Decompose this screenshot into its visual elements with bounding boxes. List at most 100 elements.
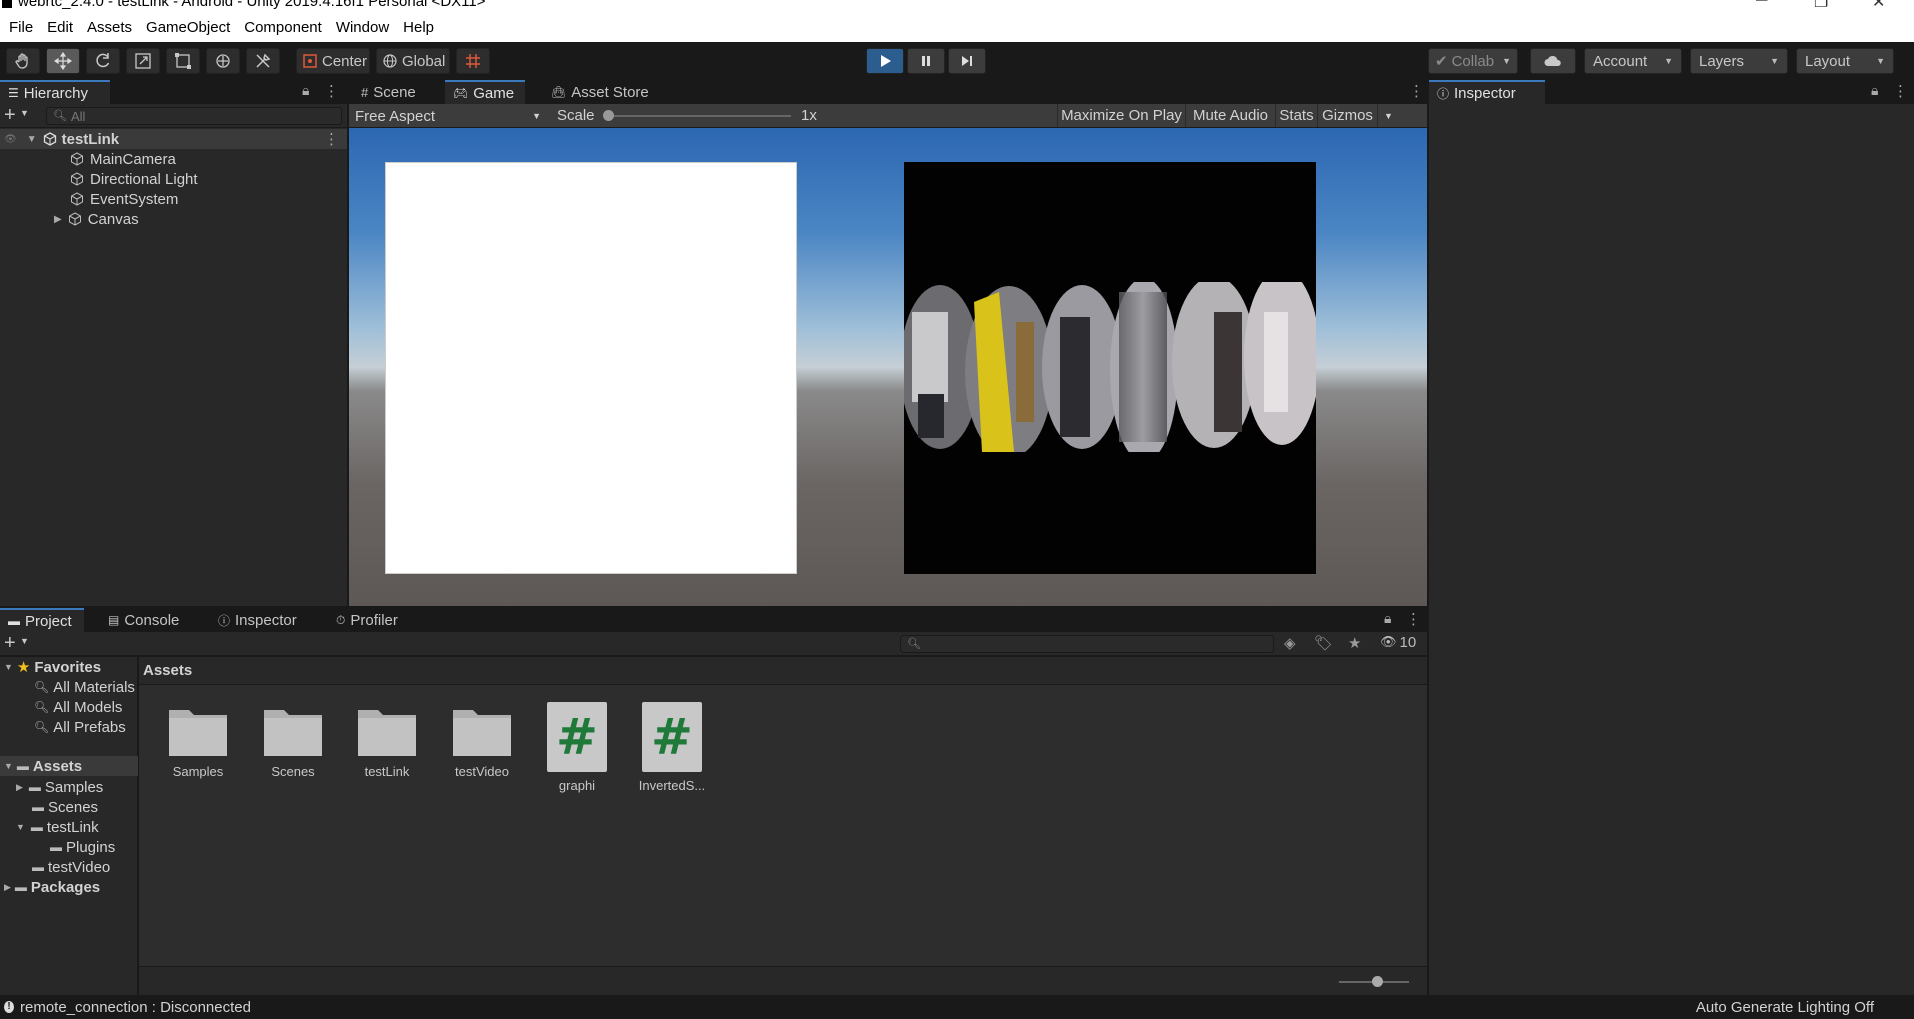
asset-folder-scenes[interactable]: Scenes (253, 702, 333, 779)
rect-tool-button[interactable] (166, 48, 200, 74)
more-options-icon[interactable]: ⋮ (1893, 82, 1908, 100)
expand-arrow-icon[interactable]: ▶ (54, 214, 62, 225)
visibility-eye-icon[interactable]: 👁︎ (4, 134, 17, 145)
hierarchy-item-maincamera[interactable]: MainCamera (70, 149, 176, 169)
asset-script-inverteds[interactable]: # InvertedS... (632, 702, 712, 793)
asset-folder-testvideo[interactable]: testVideo (442, 702, 522, 779)
hidden-packages-toggle[interactable]: 👁︎ 10 (1380, 634, 1416, 651)
restore-icon[interactable]: ❐ (1814, 0, 1828, 12)
filter-by-type-icon[interactable]: ◈ (1284, 634, 1296, 652)
chevron-down-icon[interactable]: ▼ (20, 108, 29, 118)
tab-asset-store[interactable]: 👜︎ Asset Store (543, 80, 663, 104)
tab-profiler[interactable]: ⏱︎ Profiler (328, 608, 428, 632)
more-options-icon[interactable]: ⋮ (1409, 82, 1424, 100)
scale-slider-track[interactable] (607, 115, 791, 117)
status-message[interactable]: ! remote_connection : Disconnected (4, 999, 251, 1016)
auto-lighting-status[interactable]: Auto Generate Lighting Off (1696, 999, 1874, 1016)
transform-tool-button[interactable] (206, 48, 240, 74)
game-viewport[interactable] (349, 128, 1427, 606)
icon-size-slider-thumb[interactable] (1372, 976, 1383, 987)
aspect-dropdown[interactable]: Free Aspect ▼ (351, 106, 545, 126)
more-options-icon[interactable]: ⋮ (324, 82, 339, 100)
lock-icon[interactable]: 🔒︎ (302, 82, 309, 99)
play-button[interactable] (866, 48, 904, 74)
menu-edit[interactable]: Edit (40, 19, 80, 36)
tree-folder-samples[interactable]: ▶ ▬ Samples (16, 777, 103, 797)
tab-inspector-bottom-label: Inspector (235, 611, 297, 629)
favorites-row[interactable]: ▼ ★ Favorites (0, 657, 101, 677)
move-tool-button[interactable] (46, 48, 80, 74)
hierarchy-item-directional-light[interactable]: Directional Light (70, 169, 198, 189)
menu-help[interactable]: Help (396, 19, 441, 36)
favorite-item-all-models[interactable]: 🔍︎ All Models (34, 697, 122, 717)
tree-folder-testlink[interactable]: ▼ ▬ testLink (16, 817, 99, 837)
menu-gameobject[interactable]: GameObject (139, 19, 237, 36)
tree-folder-scenes[interactable]: ▬ Scenes (32, 797, 98, 817)
expand-arrow-icon[interactable]: ▶ (4, 882, 11, 893)
asset-folder-samples[interactable]: Samples (158, 702, 238, 779)
more-options-icon[interactable]: ⋮ (324, 130, 339, 148)
expand-arrow-icon[interactable]: ▼ (27, 134, 37, 145)
pivot-mode-toggle[interactable]: Center (296, 48, 370, 74)
mute-audio-toggle[interactable]: Mute Audio (1185, 104, 1275, 127)
close-icon[interactable]: ✕ (1872, 0, 1885, 12)
hierarchy-item-eventsystem[interactable]: EventSystem (70, 189, 178, 209)
expand-arrow-icon[interactable]: ▶ (16, 782, 23, 793)
assets-root-row[interactable]: ▼ ▬ Assets (0, 756, 138, 776)
filter-by-label-icon[interactable]: 🏷︎ (1314, 634, 1333, 652)
pivot-rotation-toggle[interactable]: Global (376, 48, 450, 74)
step-button[interactable] (948, 48, 986, 74)
gizmos-toggle[interactable]: Gizmos (1317, 104, 1377, 127)
gizmos-dropdown[interactable]: ▼ (1377, 104, 1399, 127)
favorite-star-icon[interactable]: ★ (1348, 634, 1361, 652)
tab-console[interactable]: ▤ Console (100, 608, 196, 632)
cloud-button[interactable] (1530, 48, 1576, 74)
menu-component[interactable]: Component (237, 19, 329, 36)
custom-tool-button[interactable] (246, 48, 280, 74)
rotate-tool-button[interactable] (86, 48, 120, 74)
csharp-script-icon: # (547, 702, 607, 772)
collab-dropdown[interactable]: ✔ Collab ▼ (1428, 48, 1518, 74)
menu-window[interactable]: Window (329, 19, 396, 36)
menu-assets[interactable]: Assets (80, 19, 139, 36)
create-plus-icon[interactable]: + (4, 104, 16, 126)
minimize-icon[interactable]: ─ (1756, 0, 1767, 10)
hand-tool-button[interactable] (6, 48, 40, 74)
account-dropdown[interactable]: Account ▼ (1584, 48, 1682, 74)
chevron-down-icon[interactable]: ▼ (20, 636, 29, 646)
tab-game[interactable]: 🎮︎ Game (445, 80, 525, 104)
project-search-input[interactable]: 🔍︎ (900, 635, 1274, 653)
tab-hierarchy[interactable]: ☰ Hierarchy (0, 80, 110, 104)
stats-toggle[interactable]: Stats (1275, 104, 1317, 127)
layers-dropdown[interactable]: Layers ▼ (1690, 48, 1788, 74)
maximize-on-play-toggle[interactable]: Maximize On Play (1057, 104, 1185, 127)
lock-icon[interactable]: 🔒︎ (1871, 82, 1878, 99)
scale-tool-button[interactable] (126, 48, 160, 74)
packages-root-row[interactable]: ▶ ▬ Packages (0, 877, 100, 897)
grid-snap-button[interactable] (456, 48, 490, 74)
tree-folder-plugins[interactable]: ▬ Plugins (50, 837, 115, 857)
lock-icon[interactable]: 🔒︎ (1384, 610, 1391, 627)
expand-arrow-icon[interactable]: ▼ (4, 662, 13, 672)
tab-inspector[interactable]: ⓘ Inspector (1429, 80, 1545, 104)
tree-folder-testvideo[interactable]: ▬ testVideo (32, 857, 110, 877)
more-options-icon[interactable]: ⋮ (1406, 610, 1421, 628)
scale-slider-thumb[interactable] (603, 110, 614, 121)
tab-project[interactable]: ▬ Project (0, 608, 84, 632)
breadcrumb-assets[interactable]: Assets (143, 662, 192, 679)
menu-file[interactable]: File (2, 19, 40, 36)
layout-dropdown[interactable]: Layout ▼ (1796, 48, 1894, 74)
tab-inspector-bottom[interactable]: ⓘ Inspector (210, 608, 314, 632)
hierarchy-item-canvas[interactable]: ▶ Canvas (54, 209, 139, 229)
asset-script-graphi[interactable]: # graphi (537, 702, 617, 793)
favorite-item-all-materials[interactable]: 🔍︎ All Materials (34, 677, 138, 697)
asset-folder-testlink[interactable]: testLink (347, 702, 427, 779)
scene-row[interactable]: 👁︎ ▼ testLink ⋮ (0, 129, 347, 149)
pause-button[interactable] (907, 48, 945, 74)
tab-scene[interactable]: # Scene (353, 80, 431, 104)
expand-arrow-icon[interactable]: ▼ (4, 761, 13, 771)
create-plus-icon[interactable]: + (4, 632, 16, 654)
hierarchy-search-input[interactable]: 🔍︎ All (46, 107, 342, 125)
expand-arrow-icon[interactable]: ▼ (16, 822, 25, 832)
favorite-item-all-prefabs[interactable]: 🔍︎ All Prefabs (34, 717, 126, 737)
